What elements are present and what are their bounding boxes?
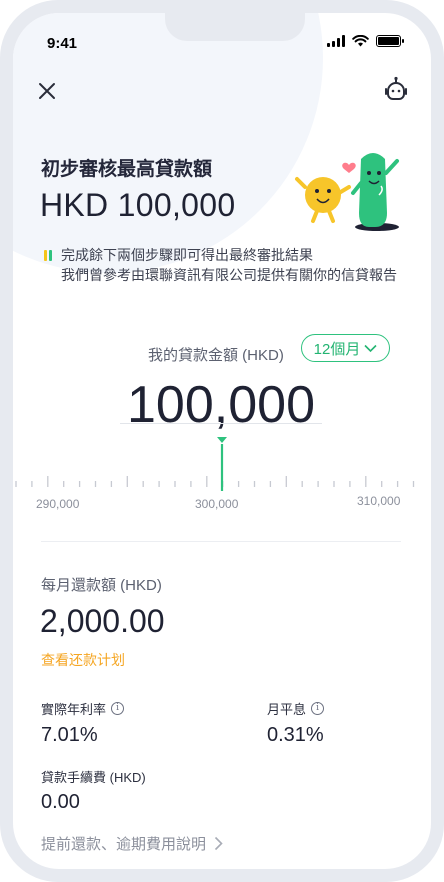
close-button[interactable] — [33, 77, 61, 105]
status-icons — [327, 35, 404, 47]
term-value: 12個月 — [313, 340, 361, 358]
battery-icon — [376, 35, 404, 47]
support-robot-icon — [385, 76, 407, 100]
monthly-rate-label-text: 月平息 — [267, 702, 307, 717]
ruler-label-left: 290,000 — [36, 497, 80, 511]
chevron-down-icon — [364, 344, 377, 352]
loan-amount-input[interactable]: 100,000 — [120, 375, 322, 435]
apr-info-icon[interactable]: i — [111, 702, 125, 715]
notice-bars-icon — [44, 250, 52, 261]
notice-bar-yellow — [44, 250, 47, 261]
support-button[interactable] — [381, 75, 411, 105]
monthly-repayment-value: 2,000.00 — [40, 603, 165, 639]
notice-bar-green — [49, 250, 52, 261]
approval-title: 初步審核最高貸款額 — [41, 159, 213, 180]
section-divider — [41, 541, 401, 542]
wifi-icon — [352, 35, 369, 47]
phone-frame: 9:41 初步審核最高貸款額 HKD 100,000 完成餘下兩個步驟即可得出最… — [0, 0, 444, 882]
repayment-plan-link[interactable]: 查看还款计划 — [41, 650, 125, 670]
loan-amount-label: 我的貸款金額 (HKD) — [148, 347, 284, 364]
apr-label-text: 實際年利率 — [41, 702, 107, 717]
notice-line-1: 完成餘下兩個步驟即可得出最終審批結果 — [61, 247, 313, 263]
ruler-label-right: 310,000 — [357, 494, 401, 508]
notice-line-2: 我們曾參考由環聯資訊有限公司提供有關你的信貸報告 — [61, 267, 397, 283]
max-loan-amount: HKD 100,000 — [40, 187, 236, 223]
phone-notch — [165, 13, 305, 41]
handling-fee-label: 貸款手續費 (HKD) — [41, 770, 146, 785]
amount-ruler-slider[interactable]: 290,000 300,000 310,000 — [13, 431, 431, 511]
term-selector-button[interactable]: 12個月 — [301, 334, 390, 362]
handling-fee-value: 0.00 — [41, 791, 80, 813]
loan-amount-underline — [120, 423, 322, 424]
background-blob — [13, 13, 323, 273]
monthly-repayment-label: 每月還款額 (HKD) — [41, 577, 162, 594]
ruler-pointer-icon — [217, 437, 227, 443]
fee-explanation-text: 提前還款、逾期費用說明 — [41, 836, 207, 853]
app-screen: 9:41 初步審核最高貸款額 HKD 100,000 完成餘下兩個步驟即可得出最… — [13, 13, 431, 869]
monthly-rate-label: 月平息 i — [267, 699, 325, 718]
cellular-signal-icon — [327, 35, 345, 47]
apr-value: 7.01% — [41, 724, 98, 746]
fee-explanation-link[interactable]: 提前還款、逾期費用說明 — [41, 833, 223, 854]
close-icon — [39, 83, 55, 99]
mascot-illustration — [295, 153, 399, 231]
chevron-right-icon — [214, 836, 223, 851]
status-time: 9:41 — [47, 35, 78, 52]
monthly-rate-info-icon[interactable]: i — [311, 702, 325, 715]
ruler-label-center: 300,000 — [195, 497, 239, 511]
apr-label: 實際年利率 i — [41, 699, 125, 718]
monthly-rate-value: 0.31% — [267, 724, 324, 746]
